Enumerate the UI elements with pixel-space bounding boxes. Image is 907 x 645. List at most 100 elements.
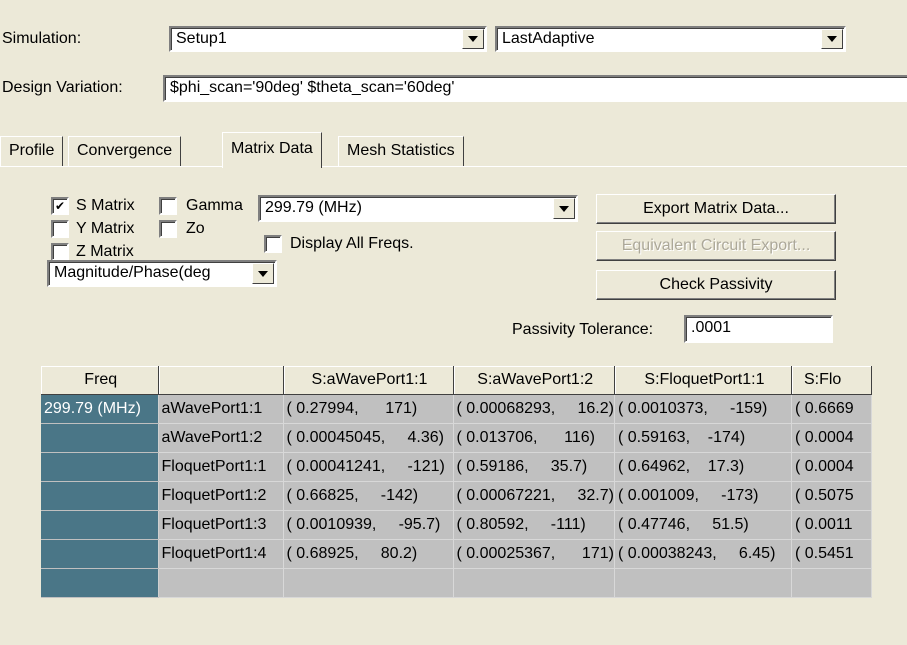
table-cell: ( 0.80592, -111) [453, 510, 615, 540]
simulation-setup-value: Setup1 [176, 30, 227, 47]
freq-cell [41, 539, 159, 569]
checkbox-icon [159, 220, 177, 238]
simulation-label: Simulation: [2, 30, 82, 47]
table-cell: ( 0.00068293, 16.2) [453, 394, 615, 424]
column-header-s-awaveport1-1[interactable]: S:aWavePort1:1 [283, 366, 454, 395]
gamma-checkbox[interactable]: Gamma [159, 196, 243, 216]
chevron-down-icon[interactable] [821, 29, 843, 49]
y-matrix-checkbox[interactable]: Y Matrix [51, 219, 134, 239]
table-row-empty [41, 568, 872, 598]
table-cell: ( 0.6669 [791, 394, 872, 424]
table-cell: ( 0.00025367, 171) [453, 539, 615, 569]
s-matrix-checkbox[interactable]: ✔ S Matrix [51, 196, 135, 216]
tab-profile[interactable]: Profile [0, 136, 64, 166]
row-name: aWavePort1:1 [158, 394, 284, 424]
simulation-setup-select[interactable]: Setup1 [169, 26, 487, 52]
freq-cell [41, 452, 159, 482]
table-row[interactable]: FloquetPort1:3 ( 0.0010939, -95.7) ( 0.8… [41, 510, 872, 540]
row-name: FloquetPort1:3 [158, 510, 284, 540]
tab-matrix-data-label: Matrix Data [231, 140, 313, 157]
column-header-s-awaveport1-2[interactable]: S:aWavePort1:2 [453, 366, 615, 395]
format-select[interactable]: Magnitude/Phase(deg [47, 260, 277, 287]
export-matrix-data-label: Export Matrix Data... [643, 200, 789, 217]
simulation-pass-select[interactable]: LastAdaptive [495, 26, 846, 52]
design-variation-label: Design Variation: [2, 79, 123, 96]
passivity-tolerance-value: .0001 [691, 319, 732, 336]
frequency-select[interactable]: 299.79 (MHz) [258, 195, 578, 222]
table-cell: ( 0.66825, -142) [283, 481, 454, 511]
row-name: FloquetPort1:4 [158, 539, 284, 569]
column-header-s-floquetport-truncated[interactable]: S:Flo [791, 366, 872, 395]
table-cell: ( 0.0011 [791, 510, 872, 540]
table-row[interactable]: FloquetPort1:2 ( 0.66825, -142) ( 0.0006… [41, 481, 872, 511]
table-row[interactable]: aWavePort1:2 ( 0.00045045, 4.36) ( 0.013… [41, 423, 872, 453]
export-matrix-data-button[interactable]: Export Matrix Data... [596, 194, 836, 224]
table-cell: ( 0.00041241, -121) [283, 452, 454, 482]
column-header-s-floquetport1-1[interactable]: S:FloquetPort1:1 [614, 366, 792, 395]
table-cell: ( 0.47746, 51.5) [614, 510, 792, 540]
gamma-label: Gamma [186, 197, 243, 214]
column-header-port[interactable] [158, 366, 284, 395]
table-row[interactable]: FloquetPort1:1 ( 0.00041241, -121) ( 0.5… [41, 452, 872, 482]
freq-cell [41, 423, 159, 453]
freq-cell [41, 510, 159, 540]
zo-label: Zo [186, 220, 205, 237]
tab-mesh-statistics-label: Mesh Statistics [347, 142, 455, 159]
display-all-freqs-label: Display All Freqs. [290, 235, 414, 252]
table-cell: ( 0.5075 [791, 481, 872, 511]
zo-checkbox[interactable]: Zo [159, 219, 205, 239]
table-cell: ( 0.00045045, 4.36) [283, 423, 454, 453]
passivity-tolerance-label: Passivity Tolerance: [512, 321, 654, 338]
table-row[interactable]: 299.79 (MHz) aWavePort1:1 ( 0.27994, 171… [41, 394, 872, 424]
table-cell: ( 0.5451 [791, 539, 872, 569]
design-variation-field[interactable]: $phi_scan='90deg' $theta_scan='60deg' [163, 75, 907, 102]
table-cell [158, 568, 284, 598]
chevron-down-icon[interactable] [553, 198, 575, 219]
checkbox-icon [159, 197, 177, 215]
chevron-down-icon[interactable] [462, 29, 484, 49]
matrix-table: Freq S:aWavePort1:1 S:aWavePort1:2 S:Flo… [41, 366, 872, 598]
tab-profile-label: Profile [9, 142, 55, 159]
s-matrix-label: S Matrix [76, 197, 135, 214]
equivalent-circuit-export-button[interactable]: Equivalent Circuit Export... [596, 231, 836, 261]
display-all-freqs-checkbox[interactable]: Display All Freqs. [264, 234, 414, 254]
row-name: FloquetPort1:1 [158, 452, 284, 482]
table-cell: ( 0.64962, 17.3) [614, 452, 792, 482]
table-cell: ( 0.59163, -174) [614, 423, 792, 453]
table-row[interactable]: FloquetPort1:4 ( 0.68925, 80.2) ( 0.0002… [41, 539, 872, 569]
table-cell: ( 0.68925, 80.2) [283, 539, 454, 569]
table-cell: ( 0.00038243, 6.45) [614, 539, 792, 569]
tab-convergence-label: Convergence [77, 142, 173, 159]
frequency-value: 299.79 (MHz) [265, 199, 362, 216]
checkbox-icon [51, 243, 69, 261]
table-cell: ( 0.59186, 35.7) [453, 452, 615, 482]
check-passivity-button[interactable]: Check Passivity [596, 270, 836, 300]
row-name: aWavePort1:2 [158, 423, 284, 453]
z-matrix-checkbox[interactable]: Z Matrix [51, 242, 134, 262]
column-header-freq[interactable]: Freq [41, 366, 159, 395]
tab-matrix-data[interactable]: Matrix Data [222, 132, 322, 168]
chevron-down-icon[interactable] [252, 263, 274, 284]
tab-mesh-statistics[interactable]: Mesh Statistics [338, 136, 464, 166]
checkbox-icon [51, 220, 69, 238]
z-matrix-label: Z Matrix [76, 243, 134, 260]
checkbox-icon [264, 235, 282, 253]
passivity-tolerance-input[interactable]: .0001 [684, 315, 833, 343]
row-name: FloquetPort1:2 [158, 481, 284, 511]
table-cell: ( 0.013706, 116) [453, 423, 615, 453]
tab-convergence[interactable]: Convergence [68, 136, 182, 166]
format-value: Magnitude/Phase(deg [54, 264, 211, 281]
freq-cell [41, 481, 159, 511]
table-cell: ( 0.0010939, -95.7) [283, 510, 454, 540]
freq-cell [41, 568, 159, 598]
check-passivity-label: Check Passivity [659, 276, 773, 293]
table-cell: ( 0.00067221, 32.7) [453, 481, 615, 511]
table-cell [791, 568, 872, 598]
table-cell: ( 0.27994, 171) [283, 394, 454, 424]
design-variation-value: $phi_scan='90deg' $theta_scan='60deg' [170, 79, 455, 96]
table-cell: ( 0.001009, -173) [614, 481, 792, 511]
y-matrix-label: Y Matrix [76, 220, 135, 237]
table-cell [283, 568, 454, 598]
freq-cell: 299.79 (MHz) [41, 394, 159, 424]
table-cell: ( 0.0004 [791, 423, 872, 453]
